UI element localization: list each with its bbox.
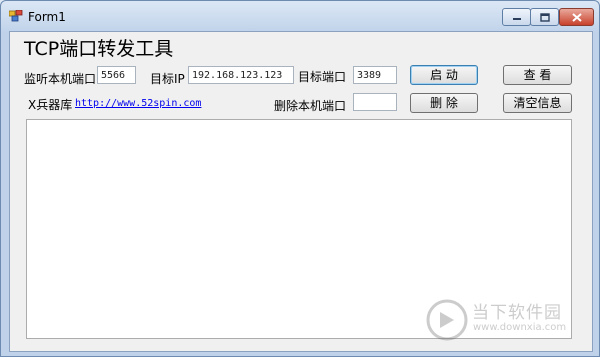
view-button[interactable]: 查 看 (503, 65, 572, 85)
listen-port-input[interactable]: 5566 (97, 66, 136, 84)
watermark-title: 当下软件园 (472, 303, 562, 323)
window-title: Form1 (28, 10, 66, 24)
main-window: Form1 TCP端口转发工具 监听本机端口 5566 目标IP 192.168… (0, 0, 600, 357)
delete-port-input[interactable] (353, 93, 397, 111)
target-ip-label: 目标IP (150, 72, 185, 86)
target-ip-input[interactable]: 192.168.123.123 (188, 66, 294, 84)
title-bar[interactable]: Form1 (1, 1, 599, 31)
delete-button[interactable]: 删 除 (410, 93, 478, 113)
arsenal-link[interactable]: http://www.52spin.com (75, 98, 201, 109)
maximize-button[interactable] (530, 8, 559, 26)
close-button[interactable] (559, 8, 594, 26)
page-title: TCP端口转发工具 (24, 38, 174, 60)
watermark-url: www.downxia.com (473, 322, 567, 333)
minimize-button[interactable] (502, 8, 531, 26)
start-button[interactable]: 启 动 (410, 65, 478, 85)
watermark-logo-icon (426, 299, 468, 341)
clear-info-button[interactable]: 清空信息 (503, 93, 572, 113)
minimize-icon (512, 18, 521, 20)
arsenal-label: X兵器库 (28, 98, 73, 112)
close-icon (571, 12, 582, 22)
listen-port-label: 监听本机端口 (24, 72, 97, 86)
watermark: 当下软件园 www.downxia.com (425, 296, 585, 348)
target-port-input[interactable]: 3389 (353, 66, 397, 84)
maximize-icon (539, 12, 550, 22)
delete-port-label: 删除本机端口 (274, 99, 347, 113)
app-icon (9, 10, 23, 22)
target-port-label: 目标端口 (298, 70, 347, 84)
